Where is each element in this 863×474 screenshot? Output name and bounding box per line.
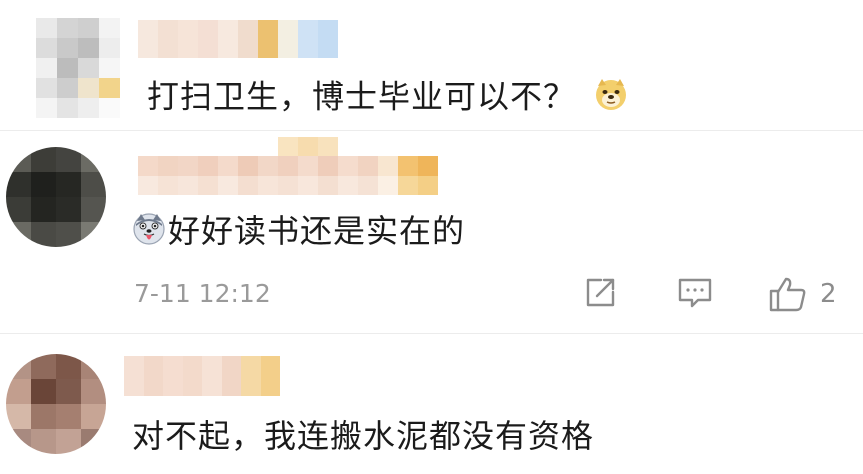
comment-body: 好好读书还是实在的 <box>168 212 466 250</box>
avatar[interactable] <box>6 147 106 247</box>
like-button[interactable]: 2 <box>768 275 837 313</box>
doge-emoji-icon <box>593 76 629 121</box>
comment-text: 对不起，我连搬水泥都没有资格 <box>132 416 594 456</box>
thumbs-up-icon <box>768 275 808 313</box>
avatar[interactable] <box>6 354 106 454</box>
comment-text: 打扫卫生，博士毕业可以不？ <box>147 76 629 121</box>
husky-tongue-emoji-icon <box>132 212 166 255</box>
comment-item: 好好读书还是实在的 7-11 12:12 2 <box>0 131 863 331</box>
username[interactable] <box>138 137 438 195</box>
comment-item: 对不起，我连搬水泥都没有资格 <box>0 334 863 474</box>
username[interactable] <box>138 20 338 58</box>
comment-body: 对不起，我连搬水泥都没有资格 <box>132 417 595 455</box>
avatar[interactable] <box>36 18 120 118</box>
comment-bubble-icon <box>676 275 714 311</box>
username[interactable] <box>124 356 280 396</box>
comment-time: 7-11 12:12 <box>134 279 271 308</box>
share-square-icon <box>582 275 618 311</box>
comment-item: 打扫卫生，博士毕业可以不？ <box>0 0 863 125</box>
repost-button[interactable] <box>582 275 618 311</box>
comment-button[interactable] <box>676 275 714 311</box>
comment-text: 好好读书还是实在的 <box>132 211 465 255</box>
like-count: 2 <box>820 279 837 309</box>
comment-body: 打扫卫生，博士毕业可以不？ <box>147 77 577 116</box>
